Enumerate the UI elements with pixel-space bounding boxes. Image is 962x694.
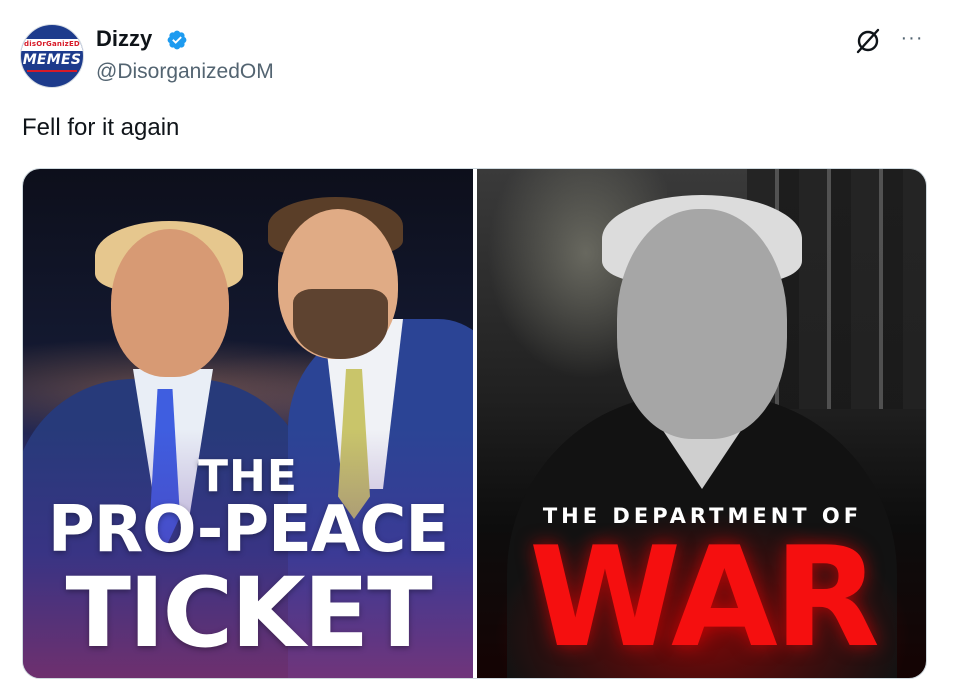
overlay-text-ticket: TICKET (65, 557, 432, 669)
man-right-beard (293, 289, 388, 359)
man-left-face (111, 229, 229, 377)
more-icon[interactable]: ··· (897, 28, 927, 52)
media-image-department-of-war[interactable]: THE DEPARTMENT OF WAR (477, 169, 926, 678)
verified-badge-icon[interactable] (166, 29, 188, 51)
overlay-text-war: WAR (528, 517, 880, 678)
avatar-main-text: MEMES (22, 52, 82, 68)
media-grid: THE PRO-PEACE TICKET THE DEPARTMENT OF W… (22, 168, 927, 679)
display-name[interactable]: Dizzy (96, 26, 152, 52)
grok-icon[interactable] (853, 26, 883, 56)
avatar-top-text: disOrGanizED (24, 40, 80, 48)
portrait-face (617, 209, 787, 439)
tweet-text: Fell for it again (22, 114, 180, 141)
avatar-underline (27, 70, 77, 72)
media-image-pro-peace-ticket[interactable]: THE PRO-PEACE TICKET (23, 169, 473, 678)
avatar[interactable]: disOrGanizED MEMES (20, 24, 84, 88)
user-handle[interactable]: @DisorganizedOM (96, 60, 274, 84)
overlay-text-pro-peace: PRO-PEACE (47, 493, 449, 567)
